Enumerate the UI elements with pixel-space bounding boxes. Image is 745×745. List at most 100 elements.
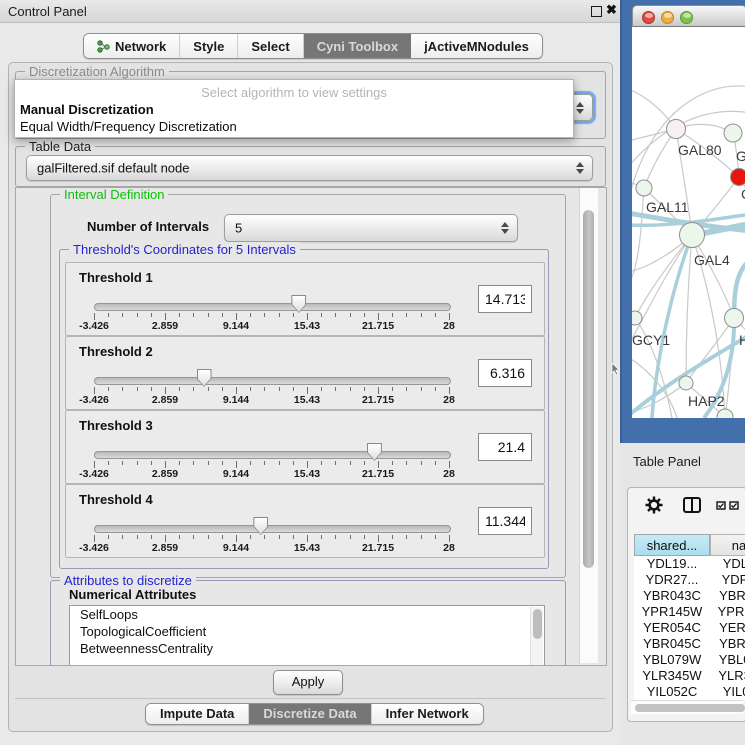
scrollbar-thumb[interactable]: [583, 210, 594, 568]
threshold-slider[interactable]: -3.4262.8599.14415.4321.71528: [94, 263, 451, 335]
threshold-value-input[interactable]: [478, 359, 532, 387]
table-row[interactable]: YIL052CYIL052C: [634, 684, 745, 700]
tab-select[interactable]: Select: [238, 34, 303, 58]
threshold-panel: Threshold 3-3.4262.8599.14415.4321.71528: [65, 410, 545, 484]
network-node[interactable]: [636, 180, 652, 196]
tab-jactivemnodules[interactable]: jActiveMNodules: [411, 34, 542, 58]
gear-icon[interactable]: [645, 496, 663, 514]
right-panel: GAL80GACGAL11GAL4GCY1HHAP2 Table Panel: [620, 0, 745, 745]
table-row[interactable]: YBL079WYBL079W: [634, 652, 745, 668]
cell-shared-name[interactable]: YDL19...: [634, 556, 710, 572]
cell-shared-name[interactable]: YBR045C: [634, 636, 710, 652]
cell-shared-name[interactable]: YLR345W: [634, 668, 710, 684]
attribute-list-item[interactable]: TopologicalCoefficient: [70, 623, 544, 640]
threshold-slider[interactable]: -3.4262.8599.14415.4321.71528: [94, 337, 451, 409]
threshold-value-input[interactable]: [478, 433, 532, 461]
cell-name[interactable]: YER054C: [710, 620, 745, 636]
tab-impute-data[interactable]: Impute Data: [146, 704, 249, 724]
table-row[interactable]: YBR043CYBR043C: [634, 588, 745, 604]
network-node[interactable]: [679, 376, 693, 390]
combobox-value: galFiltered.sif default node: [37, 161, 189, 176]
column-header-shared[interactable]: shared...: [634, 534, 710, 556]
tab-discretize-data[interactable]: Discretize Data: [249, 704, 371, 724]
numerical-attributes-list[interactable]: SelfLoopsTopologicalCoefficientBetweenne…: [69, 605, 545, 666]
minimize-traffic-light-icon[interactable]: [661, 11, 674, 24]
network-window-titlebar[interactable]: [632, 5, 745, 27]
network-node[interactable]: [680, 223, 705, 248]
tab-cyni-toolbox[interactable]: Cyni Toolbox: [304, 34, 411, 58]
network-edge[interactable]: [632, 235, 692, 345]
table-row[interactable]: YPR145WYPR145W: [634, 604, 745, 620]
cell-shared-name[interactable]: YIL052C: [634, 684, 710, 700]
threshold-value-input[interactable]: [478, 285, 532, 313]
network-node[interactable]: [667, 120, 686, 139]
cell-name[interactable]: YPR145W: [710, 604, 745, 620]
combobox-value: 5: [235, 221, 242, 236]
table-panel-title: Table Panel: [633, 454, 701, 469]
vertical-scrollbar[interactable]: [579, 188, 598, 663]
scrollbar-thumb[interactable]: [533, 609, 542, 639]
network-edge[interactable]: [692, 235, 734, 318]
control-panel-titlebar: Control Panel ✖: [0, 0, 620, 23]
stepper-arrows-icon: [576, 162, 584, 174]
table-row[interactable]: YDL19...YDL19...: [634, 556, 745, 572]
attribute-list-item[interactable]: SelfLoops: [70, 606, 544, 623]
checkbox-icon[interactable]: [729, 501, 740, 510]
network-node[interactable]: [724, 124, 742, 142]
popup-option-manual-discretization[interactable]: Manual Discretization: [19, 102, 569, 118]
tab-infer-network[interactable]: Infer Network: [372, 704, 483, 724]
threshold-slider[interactable]: -3.4262.8599.14415.4321.71528: [94, 411, 451, 483]
cell-name[interactable]: YBR043C: [710, 588, 745, 604]
split-column-icon[interactable]: [683, 497, 701, 513]
popup-option-equal-width-frequency[interactable]: Equal Width/Frequency Discretization: [19, 119, 569, 135]
threshold-panel: Threshold 1-3.4262.8599.14415.4321.71528: [65, 262, 545, 336]
table-row[interactable]: YER054CYER054C: [634, 620, 745, 636]
zoom-traffic-light-icon[interactable]: [680, 11, 693, 24]
number-of-intervals-combobox[interactable]: 5: [224, 214, 518, 242]
cell-name[interactable]: YLR345W: [710, 668, 745, 684]
group-title: Attributes to discretize: [60, 573, 196, 588]
cell-name[interactable]: YBR045C: [710, 636, 745, 652]
table-row[interactable]: YDR27...YDR27...: [634, 572, 745, 588]
scrollbar-thumb[interactable]: [635, 704, 745, 712]
threshold-value-input[interactable]: [478, 507, 532, 535]
float-window-icon[interactable]: [591, 6, 602, 17]
network-node[interactable]: [731, 169, 745, 186]
network-node[interactable]: [717, 409, 733, 418]
interval-definition-group: Interval Definition Number of Intervals …: [50, 194, 566, 578]
cell-shared-name[interactable]: YER054C: [634, 620, 710, 636]
column-header-name[interactable]: name: [710, 534, 745, 556]
cell-name[interactable]: YDL19...: [710, 556, 745, 572]
slider-track[interactable]: [94, 377, 451, 385]
network-canvas[interactable]: GAL80GACGAL11GAL4GCY1HHAP2: [632, 27, 745, 418]
table-data-combobox[interactable]: galFiltered.sif default node: [26, 155, 593, 181]
close-icon[interactable]: ✖: [606, 2, 617, 18]
control-panel-tabbar: Network Style Select Cyni Toolbox jActiv…: [83, 33, 543, 59]
list-scrollbar[interactable]: [530, 607, 543, 666]
network-node[interactable]: [632, 311, 642, 325]
table-row[interactable]: YLR345WYLR345W: [634, 668, 745, 684]
network-edge[interactable]: [644, 129, 676, 188]
tab-network[interactable]: Network: [84, 34, 180, 58]
close-traffic-light-icon[interactable]: [642, 11, 655, 24]
cell-shared-name[interactable]: YBL079W: [634, 652, 710, 668]
slider-track[interactable]: [94, 525, 451, 533]
apply-button[interactable]: Apply: [273, 670, 343, 695]
threshold-slider[interactable]: -3.4262.8599.14415.4321.71528: [94, 485, 451, 557]
cell-shared-name[interactable]: YBR043C: [634, 588, 710, 604]
cell-name[interactable]: YIL052C: [710, 684, 745, 700]
cell-name[interactable]: YDR27...: [710, 572, 745, 588]
checkbox-icon[interactable]: [716, 501, 727, 510]
slider-track[interactable]: [94, 451, 451, 459]
cell-shared-name[interactable]: YDR27...: [634, 572, 710, 588]
table-row[interactable]: YBR045CYBR045C: [634, 636, 745, 652]
cell-name[interactable]: YBL079W: [710, 652, 745, 668]
network-edge[interactable]: [686, 235, 692, 383]
slider-track[interactable]: [94, 303, 451, 311]
threshold-coordinates-group: Threshold's Coordinates for 5 Intervals …: [59, 249, 549, 569]
horizontal-scrollbar[interactable]: [631, 700, 743, 714]
attribute-list-item[interactable]: BetweennessCentrality: [70, 640, 544, 657]
network-node[interactable]: [725, 309, 744, 328]
cell-shared-name[interactable]: YPR145W: [634, 604, 710, 620]
tab-style[interactable]: Style: [180, 34, 238, 58]
